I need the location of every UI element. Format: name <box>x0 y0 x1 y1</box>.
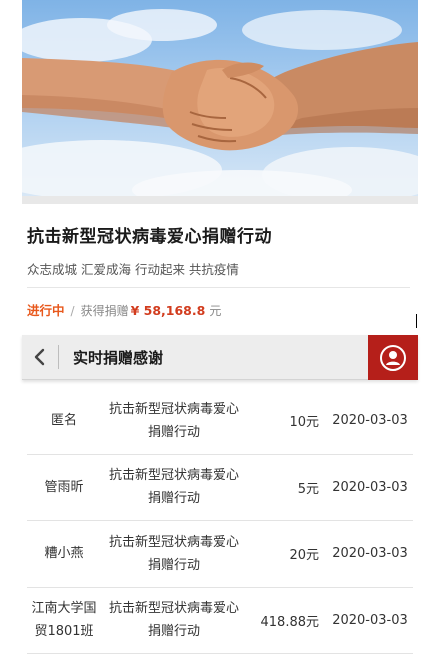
list-item: 管雨昕 抗击新型冠状病毒爱心 捐赠行动 5元 2020-03-03 <box>27 455 413 521</box>
donation-amount: 10元 <box>289 415 319 431</box>
donation-date: 2020-03-03 <box>332 546 408 562</box>
user-profile-button[interactable] <box>368 335 418 380</box>
back-button[interactable] <box>22 335 58 380</box>
donation-project: 抗击新型冠状病毒爱心 捐赠行动 <box>108 534 239 573</box>
status-badge: 进行中 <box>27 303 65 318</box>
navbar-divider <box>58 345 59 369</box>
donation-date: 2020-03-03 <box>332 479 408 495</box>
donation-project: 抗击新型冠状病毒爱心 捐赠行动 <box>108 468 239 507</box>
hero-bottom-band <box>22 196 418 204</box>
campaign-title: 抗击新型冠状病毒爱心捐赠行动 <box>27 227 272 247</box>
navbar-title: 实时捐赠感谢 <box>73 348 164 367</box>
user-icon <box>380 344 406 371</box>
raised-label: 获得捐赠 <box>80 304 129 318</box>
donation-date: 2020-03-03 <box>332 413 408 429</box>
handshake-illustration <box>22 9 418 204</box>
list-item: 江南大学国 贸1801班 抗击新型冠状病毒爱心 捐赠行动 418.88元 2020-… <box>27 588 413 654</box>
donation-amount: 418.88元 <box>260 614 320 630</box>
donor-name: 糟小燕 <box>44 546 84 562</box>
list-item: 糟小燕 抗击新型冠状病毒爱心 捐赠行动 20元 2020-03-03 <box>27 521 413 588</box>
donor-name: 匿名 <box>50 413 77 429</box>
donation-date: 2020-03-03 <box>332 612 408 628</box>
raised-unit: 元 <box>209 304 222 318</box>
donation-amount: 20元 <box>289 548 319 564</box>
chevron-left-icon <box>34 348 45 366</box>
donation-list: 匿名 抗击新型冠状病毒爱心 捐赠行动 10元 2020-03-03 管雨昕 抗击新… <box>27 388 413 654</box>
list-item: 匿名 抗击新型冠状病毒爱心 捐赠行动 10元 2020-03-03 <box>27 388 413 455</box>
campaign-status-row: 进行中 / 获得捐赠 ¥ 58,168.8 元 <box>27 300 221 319</box>
donor-name: 管雨昕 <box>44 479 84 495</box>
donor-name: 江南大学国 贸1801班 <box>31 601 97 640</box>
divider <box>27 287 410 288</box>
status-separator: / <box>70 304 75 318</box>
donation-navbar: 实时捐赠感谢 <box>22 335 418 380</box>
raised-amount: ¥ 58,168.8 <box>130 303 206 318</box>
hero-handshake-image <box>22 0 418 204</box>
campaign-subtitle: 众志成城 汇爱成海 行动起来 共抗疫情 <box>27 262 239 277</box>
donation-project: 抗击新型冠状病毒爱心 捐赠行动 <box>108 601 239 640</box>
donation-project: 抗击新型冠状病毒爱心 捐赠行动 <box>108 401 239 440</box>
donation-amount: 5元 <box>297 481 319 497</box>
text-cursor <box>416 314 417 328</box>
